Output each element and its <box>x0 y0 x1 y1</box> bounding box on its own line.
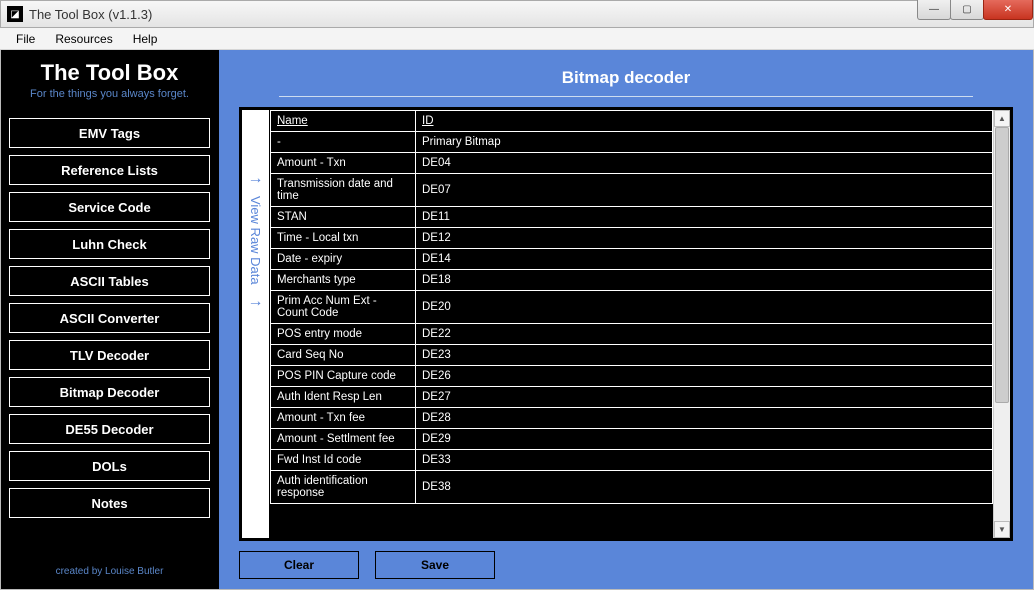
table-row: Merchants typeDE18 <box>271 270 993 291</box>
cell-id: DE18 <box>416 270 993 291</box>
table-row: Date - expiryDE14 <box>271 249 993 270</box>
cell-id: DE33 <box>416 450 993 471</box>
cell-name: Time - Local txn <box>271 228 416 249</box>
sidebar-item-emv-tags[interactable]: EMV Tags <box>9 118 210 148</box>
minimize-button[interactable]: — <box>917 0 951 20</box>
arrow-right-icon: → <box>248 170 264 188</box>
table-row: Amount - TxnDE04 <box>271 153 993 174</box>
menu-help[interactable]: Help <box>125 30 166 48</box>
window-titlebar: ◪ The Tool Box (v1.1.3) — ▢ ✕ <box>0 0 1034 28</box>
col-name-header: Name <box>271 111 416 132</box>
cell-name: Auth identification response <box>271 471 416 504</box>
table-row: POS PIN Capture codeDE26 <box>271 366 993 387</box>
scroll-up-button[interactable]: ▲ <box>994 110 1010 127</box>
page-title: Bitmap decoder <box>239 68 1013 88</box>
cell-name: Fwd Inst Id code <box>271 450 416 471</box>
cell-name: POS entry mode <box>271 324 416 345</box>
sidebar-title: The Tool Box <box>41 60 179 86</box>
sidebar-item-ascii-tables[interactable]: ASCII Tables <box>9 266 210 296</box>
sidebar-tagline: For the things you always forget. <box>30 88 189 100</box>
app-icon: ◪ <box>7 6 23 22</box>
sidebar: The Tool Box For the things you always f… <box>1 50 219 589</box>
clear-button[interactable]: Clear <box>239 551 359 579</box>
table-row: Time - Local txnDE12 <box>271 228 993 249</box>
cell-name: POS PIN Capture code <box>271 366 416 387</box>
content-panel: → View Raw Data → Name ID -Primary Bitma… <box>239 107 1013 541</box>
arrow-right-icon: → <box>248 293 264 311</box>
cell-name: Card Seq No <box>271 345 416 366</box>
table-container: Name ID -Primary BitmapAmount - TxnDE04T… <box>270 110 1010 538</box>
cell-id: DE28 <box>416 408 993 429</box>
menu-resources[interactable]: Resources <box>47 30 120 48</box>
cell-id: DE20 <box>416 291 993 324</box>
sidebar-item-bitmap-decoder[interactable]: Bitmap Decoder <box>9 377 210 407</box>
footer-buttons: Clear Save <box>239 551 1013 579</box>
cell-id: DE23 <box>416 345 993 366</box>
sidebar-item-dols[interactable]: DOLs <box>9 451 210 481</box>
cell-id: DE27 <box>416 387 993 408</box>
table-row: -Primary Bitmap <box>271 132 993 153</box>
maximize-button[interactable]: ▢ <box>950 0 984 20</box>
cell-id: DE14 <box>416 249 993 270</box>
cell-name: Auth Ident Resp Len <box>271 387 416 408</box>
cell-id: DE29 <box>416 429 993 450</box>
cell-name: Amount - Txn fee <box>271 408 416 429</box>
scroll-down-button[interactable]: ▼ <box>994 521 1010 538</box>
sidebar-item-notes[interactable]: Notes <box>9 488 210 518</box>
cell-name: Transmission date and time <box>271 174 416 207</box>
window-title: The Tool Box (v1.1.3) <box>29 7 152 22</box>
title-divider <box>279 96 973 97</box>
sidebar-item-tlv-decoder[interactable]: TLV Decoder <box>9 340 210 370</box>
col-id-header: ID <box>416 111 993 132</box>
menu-file[interactable]: File <box>8 30 43 48</box>
cell-id: Primary Bitmap <box>416 132 993 153</box>
sidebar-item-reference-lists[interactable]: Reference Lists <box>9 155 210 185</box>
sidebar-item-de55-decoder[interactable]: DE55 Decoder <box>9 414 210 444</box>
sidebar-item-ascii-converter[interactable]: ASCII Converter <box>9 303 210 333</box>
cell-id: DE11 <box>416 207 993 228</box>
cell-name: Amount - Settlment fee <box>271 429 416 450</box>
cell-id: DE07 <box>416 174 993 207</box>
table-row: Amount - Settlment feeDE29 <box>271 429 993 450</box>
scroll-thumb[interactable] <box>995 127 1009 403</box>
cell-id: DE12 <box>416 228 993 249</box>
cell-name: Merchants type <box>271 270 416 291</box>
window-buttons: — ▢ ✕ <box>918 0 1033 20</box>
table-row: Transmission date and timeDE07 <box>271 174 993 207</box>
cell-id: DE26 <box>416 366 993 387</box>
cell-name: Amount - Txn <box>271 153 416 174</box>
save-button[interactable]: Save <box>375 551 495 579</box>
table-row: Card Seq NoDE23 <box>271 345 993 366</box>
raw-data-label: View Raw Data <box>248 196 263 285</box>
table-row: Auth identification responseDE38 <box>271 471 993 504</box>
cell-name: Date - expiry <box>271 249 416 270</box>
scroll-track[interactable] <box>994 127 1010 521</box>
sidebar-item-luhn-check[interactable]: Luhn Check <box>9 229 210 259</box>
sidebar-nav: EMV Tags Reference Lists Service Code Luhn … <box>9 118 210 518</box>
app-body: The Tool Box For the things you always f… <box>0 50 1034 590</box>
cell-id: DE38 <box>416 471 993 504</box>
cell-id: DE22 <box>416 324 993 345</box>
table-row: Auth Ident Resp LenDE27 <box>271 387 993 408</box>
main-area: Bitmap decoder → View Raw Data → Name ID… <box>219 50 1033 589</box>
table-row: POS entry modeDE22 <box>271 324 993 345</box>
raw-data-collapsed-tab[interactable]: → View Raw Data → <box>242 110 270 538</box>
bitmap-table: Name ID -Primary BitmapAmount - TxnDE04T… <box>270 110 993 504</box>
table-row: Fwd Inst Id codeDE33 <box>271 450 993 471</box>
menu-bar: File Resources Help <box>0 28 1034 50</box>
vertical-scrollbar[interactable]: ▲ ▼ <box>993 110 1010 538</box>
cell-name: - <box>271 132 416 153</box>
table-row: STANDE11 <box>271 207 993 228</box>
cell-id: DE04 <box>416 153 993 174</box>
cell-name: Prim Acc Num Ext - Count Code <box>271 291 416 324</box>
close-button[interactable]: ✕ <box>983 0 1033 20</box>
sidebar-credit: created by Louise Butler <box>56 560 164 583</box>
cell-name: STAN <box>271 207 416 228</box>
table-row: Amount - Txn feeDE28 <box>271 408 993 429</box>
sidebar-item-service-code[interactable]: Service Code <box>9 192 210 222</box>
table-row: Prim Acc Num Ext - Count CodeDE20 <box>271 291 993 324</box>
